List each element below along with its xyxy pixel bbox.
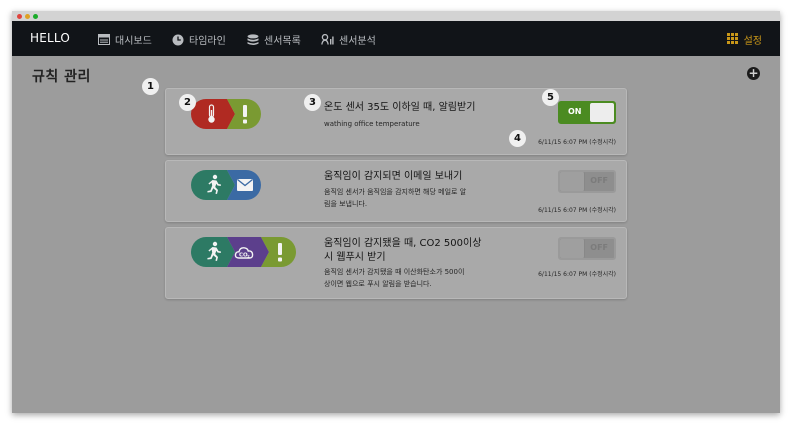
toggle-label: ON <box>568 107 582 116</box>
dashboard-icon <box>98 34 110 45</box>
rule-description: wathing office temperature <box>324 120 420 128</box>
rule-icon-strip: CO 2 <box>191 237 296 267</box>
toggle-label: OFF <box>590 243 608 252</box>
nav-label-sensor-analysis: 센서분석 <box>339 36 376 47</box>
grid-icon <box>726 32 738 47</box>
nav-item-timeline[interactable]: 타임라인 <box>172 32 226 47</box>
toggle-knob <box>560 172 585 191</box>
analysis-icon <box>321 34 334 45</box>
rule-toggle[interactable]: OFF <box>558 237 616 260</box>
close-window-button[interactable] <box>17 14 22 19</box>
rule-title-line: 시 웹푸시 받기 <box>324 252 386 263</box>
nav-label-sensor-list: 센서목록 <box>264 36 301 47</box>
database-icon <box>247 33 259 46</box>
rule-timestamp: 6/11/15 6:07 PM (수정시각) <box>538 207 616 214</box>
rule-description-line: 움직임 센서가 감지됐을 때 이산화탄소가 500이 <box>324 268 465 276</box>
rule-timestamp: 6/11/15 6:07 PM (수정시각) <box>538 271 616 278</box>
nav-label-dashboard: 대시보드 <box>115 36 152 47</box>
maximize-window-button[interactable] <box>33 14 38 19</box>
brand-logo[interactable]: HELLO <box>30 31 70 45</box>
window-titlebar <box>12 11 780 21</box>
envelope-icon <box>237 178 253 191</box>
nav-item-settings[interactable]: 설정 <box>726 32 762 47</box>
add-rule-button[interactable]: + <box>747 67 760 80</box>
rule-title: 움직임이 감지되면 이메일 보내기 <box>324 171 463 182</box>
clock-icon <box>172 34 184 46</box>
rule-card[interactable]: CO 2 움직임이 감지됐을 때, CO2 500이상 시 웹푸시 받기 움직임… <box>165 227 627 299</box>
rule-icon-strip <box>191 99 261 129</box>
rule-toggle[interactable]: ON <box>558 101 616 124</box>
callout-badge: 5 <box>542 89 559 106</box>
callout-badge: 3 <box>304 94 321 111</box>
minimize-window-button[interactable] <box>25 14 30 19</box>
toggle-label: OFF <box>590 176 608 185</box>
nav-label-timeline: 타임라인 <box>189 36 226 47</box>
rule-toggle[interactable]: OFF <box>558 170 616 193</box>
callout-badge: 4 <box>509 130 526 147</box>
app-window: HELLO 대시보드 타임라인 센서목록 센서분석 설정 규칙 관리 + 온도 … <box>12 11 780 413</box>
rule-title-line: 움직임이 감지됐을 때, CO2 500이상 <box>324 238 482 249</box>
nav-item-sensor-analysis[interactable]: 센서분석 <box>321 32 376 47</box>
nav-item-sensor-list[interactable]: 센서목록 <box>247 32 301 47</box>
rule-description-line: 림을 보냅니다. <box>324 200 368 208</box>
nav-label-settings: 설정 <box>743 36 762 47</box>
rule-card[interactable]: 움직임이 감지되면 이메일 보내기 움직임 센서가 움직임을 감지하면 해당 메… <box>165 160 627 222</box>
rule-icon-strip <box>191 170 261 200</box>
rule-timestamp: 6/11/15 6:07 PM (수정시각) <box>538 139 616 146</box>
alert-icon <box>278 243 282 262</box>
nav-item-dashboard[interactable]: 대시보드 <box>98 32 152 47</box>
callout-badge: 1 <box>142 78 159 95</box>
alert-icon <box>243 105 247 124</box>
top-navbar: HELLO 대시보드 타임라인 센서목록 센서분석 설정 <box>12 21 780 56</box>
toggle-knob <box>560 239 585 258</box>
toggle-knob <box>590 103 614 122</box>
rule-description-line: 상이면 웹으로 푸시 알림을 받습니다. <box>324 280 432 288</box>
rule-title: 온도 센서 35도 이하일 때, 알림받기 <box>324 102 476 113</box>
rule-description-line: 움직임 센서가 움직임을 감지하면 해당 메일로 알 <box>324 188 467 196</box>
plus-circle-icon: + <box>748 66 759 80</box>
page-title: 규칙 관리 <box>32 69 91 85</box>
callout-badge: 2 <box>179 94 196 111</box>
